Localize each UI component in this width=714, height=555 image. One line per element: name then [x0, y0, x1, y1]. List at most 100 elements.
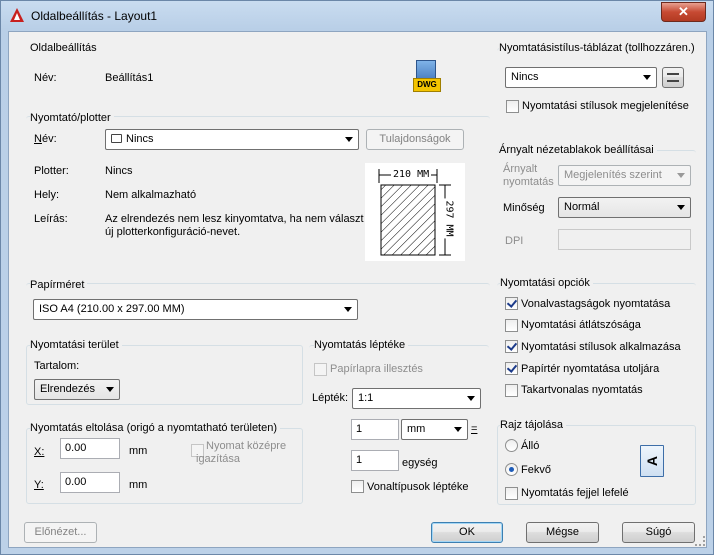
portrait-radio[interactable] — [505, 439, 518, 452]
resize-grip[interactable] — [695, 536, 705, 546]
shaded-viewport-group-title: Árnyalt nézetablakok beállításai — [499, 144, 657, 156]
paper-letter-glyph: A — [644, 455, 661, 467]
quality-value: Normál — [564, 201, 600, 213]
where-value: Nem alkalmazható — [105, 189, 197, 201]
display-plot-styles-label: Nyomtatási stílusok megjelenítése — [522, 100, 689, 112]
plotter-label: Plotter: — [34, 165, 69, 177]
chevron-down-icon — [454, 427, 462, 432]
printer-name-dropdown[interactable]: Nincs — [105, 129, 359, 150]
shade-plot-dropdown[interactable]: Megjelenítés szerint — [558, 165, 691, 186]
plot-lineweights-label: Vonalvastagságok nyomtatása — [521, 298, 671, 310]
cancel-button[interactable]: Mégse — [526, 522, 599, 543]
quality-dropdown[interactable]: Normál — [558, 197, 691, 218]
scale-numerator-input[interactable]: 1 — [351, 419, 399, 440]
fit-to-paper-label: Papírlapra illesztés — [330, 363, 423, 375]
plot-transparency-label: Nyomtatási átlátszósága — [521, 319, 641, 331]
offset-x-unit: mm — [129, 445, 148, 457]
where-label: Hely: — [34, 189, 60, 201]
paper-preview: 210 MM 297 MM — [365, 163, 465, 261]
help-button[interactable]: Súgó — [622, 522, 695, 543]
plot-area-group-title: Nyomtatási terület — [30, 339, 122, 351]
properties-button[interactable]: Tulajdonságok — [366, 129, 464, 150]
scale-denominator-input[interactable]: 1 — [351, 450, 399, 471]
landscape-radio[interactable] — [505, 463, 518, 476]
page-setup-name-value: Beállítás1 — [105, 72, 154, 84]
edit-table-icon — [667, 73, 679, 82]
orientation-group-title: Rajz tájolása — [500, 419, 566, 431]
shade-plot-label-2: nyomtatás — [503, 176, 554, 188]
dwg-file-icon: DWG — [413, 60, 441, 94]
center-plot-label-1: Nyomat középre — [206, 440, 287, 452]
chevron-down-icon — [643, 75, 651, 80]
scale-value: 1:1 — [358, 392, 374, 404]
close-button[interactable]: ✕ — [661, 2, 706, 22]
display-plot-styles-checkbox[interactable] — [506, 100, 519, 113]
plot-area-what-label: Tartalom: — [34, 360, 80, 372]
paper-size-value: ISO A4 (210.00 x 297.00 MM) — [39, 303, 185, 315]
page-setup-group-title: Oldalbeállítás — [30, 42, 97, 54]
scale-lineweights-label: Vonaltípusok léptéke — [367, 481, 469, 493]
chevron-down-icon — [677, 205, 685, 210]
offset-x-input[interactable]: 0.00 — [60, 438, 120, 459]
scale-equals-sign: = — [471, 423, 478, 435]
plot-paperspace-last-checkbox[interactable] — [505, 362, 518, 375]
description-label: Leírás: — [34, 213, 68, 225]
scale-label: Lépték: — [312, 392, 349, 404]
plot-style-dropdown[interactable]: Nincs — [505, 67, 657, 88]
printer-icon — [111, 134, 122, 143]
plot-with-styles-checkbox[interactable] — [505, 340, 518, 353]
preview-button[interactable]: Előnézet... — [24, 522, 97, 543]
printer-name-label: Név: — [34, 133, 57, 145]
window-title: Oldalbeállítás - Layout1 — [31, 9, 158, 23]
chevron-down-icon — [344, 307, 352, 312]
dialog-window: Oldalbeállítás - Layout1 ✕ Oldalbeállítá… — [0, 0, 714, 555]
plot-area-value: Elrendezés — [40, 383, 96, 395]
plot-offset-group-title: Nyomtatás eltolása (origó a nyomtatható … — [30, 422, 281, 434]
paper-size-dropdown[interactable]: ISO A4 (210.00 x 297.00 MM) — [33, 299, 358, 320]
landscape-paper-icon: A — [640, 445, 664, 477]
dpi-input[interactable] — [558, 229, 691, 250]
offset-y-label: Y: — [34, 479, 44, 491]
plotter-value: Nincs — [105, 165, 133, 177]
scale-dropdown[interactable]: 1:1 — [352, 388, 481, 409]
description-line-2: új plotterkonfiguráció-nevet. — [105, 226, 241, 238]
plot-style-edit-button[interactable] — [662, 67, 684, 88]
scale-unit-dropdown[interactable]: mm — [401, 419, 468, 440]
dialog-body: Oldalbeállítás Név: Beállítás1 DWG Nyomt… — [8, 31, 707, 548]
landscape-label: Fekvő — [521, 464, 551, 476]
plot-style-value: Nincs — [511, 71, 539, 83]
shade-plot-label-1: Árnyalt — [503, 163, 538, 175]
scale-unit-value: mm — [407, 423, 426, 435]
autocad-logo-icon — [10, 8, 24, 22]
printer-group-title: Nyomtató/plotter — [30, 112, 114, 124]
hide-objects-checkbox[interactable] — [505, 384, 518, 397]
plot-lineweights-checkbox[interactable] — [505, 297, 518, 310]
plot-area-dropdown[interactable]: Elrendezés — [34, 379, 120, 400]
shade-plot-value: Megjelenítés szerint — [564, 169, 662, 181]
upside-down-label: Nyomtatás fejjel lefelé — [521, 487, 629, 499]
quality-label: Minőség — [503, 202, 545, 214]
upside-down-checkbox[interactable] — [505, 487, 518, 500]
chevron-down-icon — [677, 173, 685, 178]
offset-y-unit: mm — [129, 479, 148, 491]
ok-button[interactable]: OK — [431, 522, 503, 543]
scale-denominator-unit: egység — [402, 457, 438, 469]
chevron-down-icon — [106, 387, 114, 392]
plot-paperspace-last-label: Papírtér nyomtatása utoljára — [521, 363, 660, 375]
scale-lineweights-checkbox[interactable] — [351, 480, 364, 493]
offset-x-label: X: — [34, 446, 45, 458]
title-bar[interactable]: Oldalbeállítás - Layout1 ✕ — [1, 1, 713, 31]
chevron-down-icon — [467, 396, 475, 401]
chevron-down-icon — [345, 137, 353, 142]
plot-options-group-title: Nyomtatási opciók — [500, 277, 593, 289]
plot-style-group-title: Nyomtatásistílus-táblázat (tollhozzáren.… — [499, 42, 698, 54]
hide-objects-label: Takartvonalas nyomtatás — [521, 384, 643, 396]
offset-y-input[interactable]: 0.00 — [60, 472, 120, 493]
plot-scale-group-title: Nyomtatás léptéke — [314, 339, 409, 351]
fit-to-paper-checkbox[interactable] — [314, 363, 327, 376]
preview-width-label: 210 MM — [391, 169, 432, 180]
center-plot-label-2: igazítása — [196, 453, 241, 465]
plot-transparency-checkbox[interactable] — [505, 319, 518, 332]
dpi-label: DPI — [505, 235, 524, 247]
preview-height-label: 297 MM — [443, 198, 455, 239]
